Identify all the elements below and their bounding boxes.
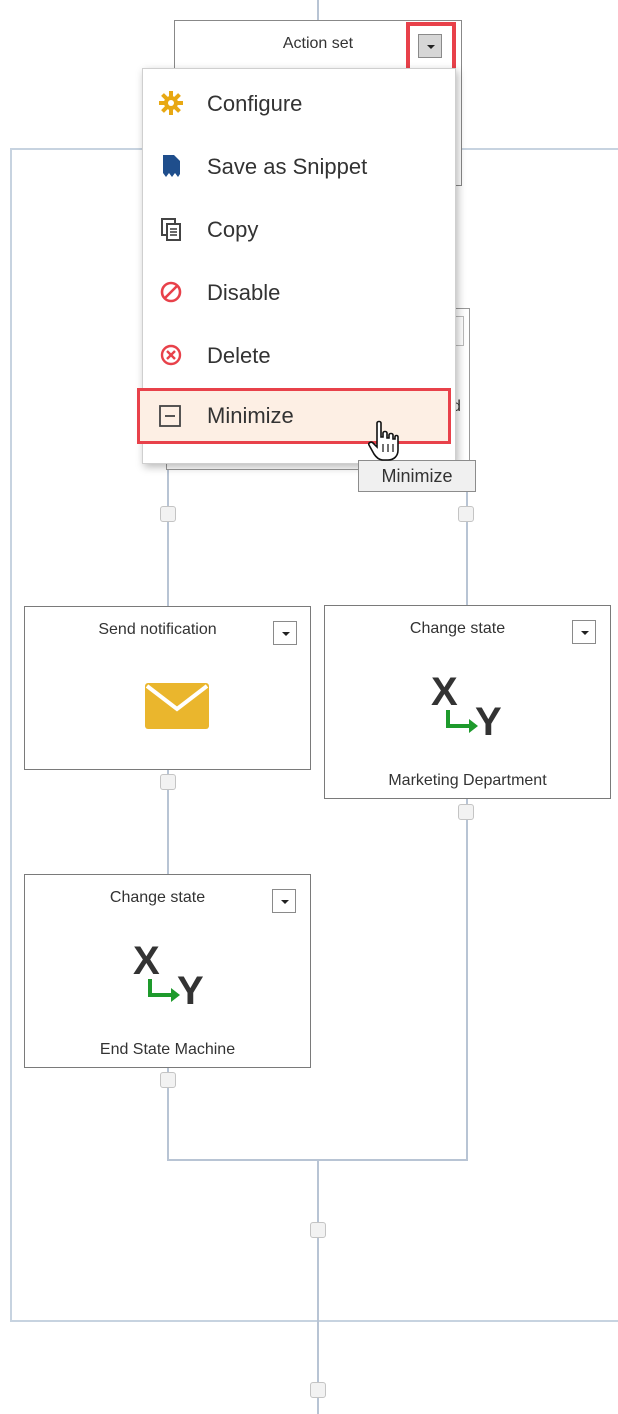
connector-left-3[interactable] <box>160 1072 176 1088</box>
menu-item-disable[interactable]: Disable <box>143 268 455 318</box>
container-frame-left <box>10 148 12 1322</box>
action-context-menu: Configure Save as Snippet Copy Disable D… <box>137 68 456 464</box>
hand-cursor-icon <box>368 420 399 461</box>
menu-item-label: Minimize <box>207 403 294 428</box>
state-arrow-icon <box>148 979 180 1002</box>
change-state-icon: X Y <box>131 941 211 1013</box>
change-state-icon: X Y <box>429 672 509 744</box>
menu-item-label: Save as Snippet <box>207 154 368 179</box>
send-notification-dropdown[interactable] <box>273 621 297 645</box>
container-frame-top-right <box>456 148 618 150</box>
flow-line-left-branch <box>167 470 169 608</box>
flow-line-center-down <box>317 1159 319 1414</box>
send-notification-title: Send notification <box>98 621 217 638</box>
container-frame-bottom <box>10 1320 618 1322</box>
connector-left-1[interactable] <box>160 506 176 522</box>
disable-icon <box>160 281 182 303</box>
change-state-marketing-title: Change state <box>409 620 506 637</box>
state-y-glyph: Y <box>475 700 502 744</box>
flow-line-top <box>317 0 319 22</box>
minimize-icon <box>159 405 181 427</box>
connector-center-2[interactable] <box>310 1382 326 1398</box>
flow-line-right-long <box>466 799 468 1161</box>
send-notification-card[interactable]: Send notification <box>24 606 311 770</box>
menu-item-label: Disable <box>207 280 281 305</box>
menu-item-save-as-snippet[interactable]: Save as Snippet <box>143 142 455 192</box>
change-state-marketing-dropdown[interactable] <box>572 620 596 644</box>
gear-icon <box>159 91 183 115</box>
change-state-marketing-card[interactable]: Change state X Y Marketing Department <box>324 605 611 799</box>
menu-item-label: Delete <box>207 343 271 368</box>
change-state-end-dropdown[interactable] <box>272 889 296 913</box>
delete-icon <box>160 344 182 366</box>
change-state-end-subtitle: End State Machine <box>99 1041 236 1058</box>
connector-center-1[interactable] <box>310 1222 326 1238</box>
state-x-glyph: X <box>431 670 458 714</box>
state-arrow-icon <box>446 710 478 733</box>
save-snippet-icon <box>163 155 180 177</box>
minimize-tooltip: Minimize <box>358 460 476 492</box>
connector-left-2[interactable] <box>160 774 176 790</box>
menu-item-minimize[interactable]: Minimize <box>137 388 451 444</box>
connector-right-1[interactable] <box>458 506 474 522</box>
action-set-dropdown-button[interactable] <box>418 34 442 58</box>
connector-right-2[interactable] <box>458 804 474 820</box>
menu-item-configure[interactable]: Configure <box>143 79 455 129</box>
container-frame-top-left <box>10 148 142 150</box>
menu-item-copy[interactable]: Copy <box>143 205 455 255</box>
state-y-glyph: Y <box>177 969 204 1013</box>
envelope-icon <box>145 683 209 729</box>
copy-icon <box>161 218 181 241</box>
menu-item-label: Copy <box>207 217 259 242</box>
change-state-marketing-subtitle: Marketing Department <box>388 772 547 789</box>
change-state-end-card[interactable]: Change state X Y End State Machine <box>24 874 311 1068</box>
state-x-glyph: X <box>133 939 160 983</box>
menu-item-delete[interactable]: Delete <box>143 331 455 381</box>
change-state-end-title: Change state <box>109 889 206 906</box>
menu-item-label: Configure <box>207 91 303 116</box>
